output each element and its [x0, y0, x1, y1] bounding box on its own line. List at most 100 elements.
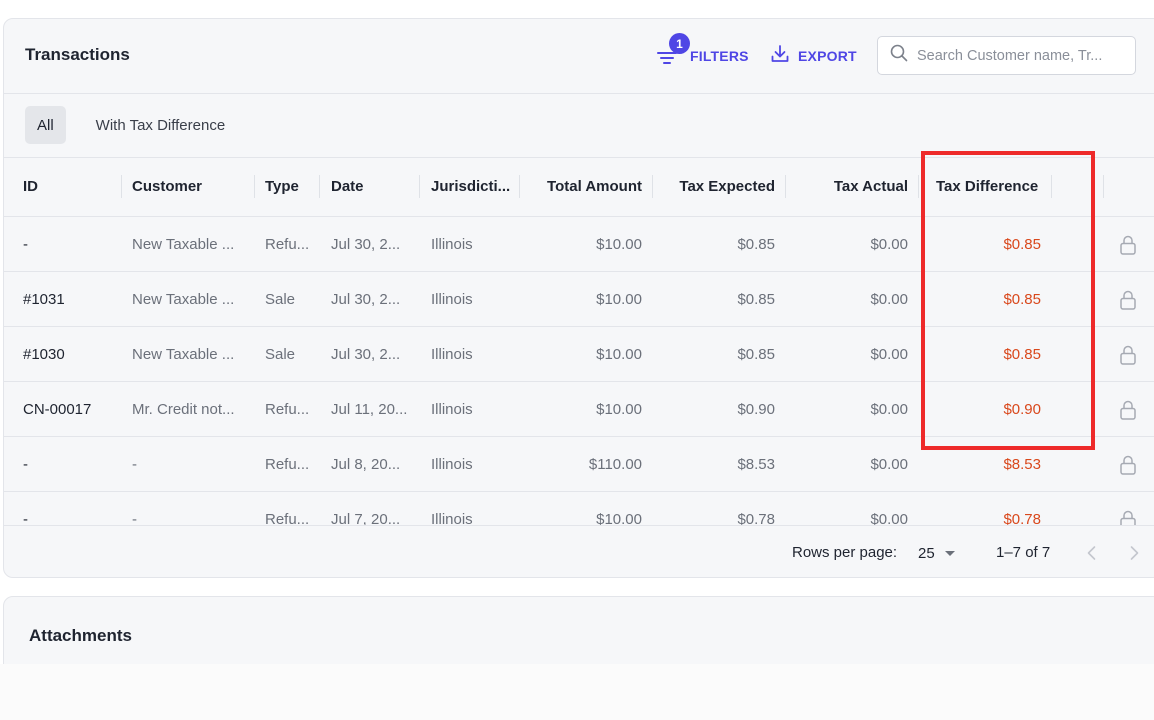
table-row[interactable]: - - Refu... Jul 7, 20... Illinois $10.00 $0.78… [4, 491, 1154, 525]
cell-tax-difference: $0.85 [1003, 236, 1041, 253]
lock-icon[interactable] [1118, 509, 1138, 525]
cell-id: - [23, 511, 28, 525]
lock-icon[interactable] [1118, 344, 1138, 366]
filters-button[interactable]: 1 FILTERS [656, 33, 749, 71]
transactions-card: Transactions 1 FILTERS EXPORT Search Cus… [3, 18, 1154, 578]
cell-id: #1031 [23, 291, 65, 308]
cell-customer: - [132, 456, 137, 473]
column-separator[interactable] [785, 175, 786, 198]
tab-all[interactable]: All [25, 106, 66, 144]
cell-date: Jul 30, 2... [331, 236, 401, 253]
cell-customer: New Taxable ... [132, 236, 235, 253]
lock-icon[interactable] [1118, 234, 1138, 256]
cell-tax-expected: $8.53 [737, 456, 775, 473]
column-header-id[interactable]: ID [23, 157, 38, 216]
chevron-left-icon[interactable] [1082, 543, 1102, 563]
column-header-type[interactable]: Type [265, 157, 299, 216]
column-separator[interactable] [1051, 175, 1052, 198]
cell-date: Jul 30, 2... [331, 346, 401, 363]
rows-per-page-select[interactable]: 25 [918, 540, 955, 566]
pagination-range: 1–7 of 7 [996, 544, 1051, 561]
table-row[interactable]: CN-00017 Mr. Credit not... Refu... Jul 11, … [4, 381, 1154, 436]
rows-per-page-label: Rows per page: [792, 544, 898, 561]
cell-tax-difference: $0.90 [1003, 401, 1041, 418]
cell-tax-difference: $0.78 [1003, 511, 1041, 525]
column-header-tax-expected[interactable]: Tax Expected [659, 157, 775, 216]
cell-tax-difference: $8.53 [1003, 456, 1041, 473]
rows-per-page-value: 25 [918, 544, 935, 562]
cell-date: Jul 7, 20... [331, 511, 401, 525]
table-header: ID Customer Type Date Jurisdicti... Tota… [4, 157, 1154, 216]
table-row[interactable]: - - Refu... Jul 8, 20... Illinois $110.00 $8.5… [4, 436, 1154, 491]
cell-type: Sale [265, 346, 296, 363]
column-separator[interactable] [519, 175, 520, 198]
cell-customer: New Taxable ... [132, 346, 235, 363]
cell-customer: New Taxable ... [132, 291, 235, 308]
cell-tax-actual: $0.00 [870, 456, 908, 473]
search-input[interactable] [917, 47, 1132, 64]
export-button[interactable]: EXPORT [770, 41, 857, 71]
column-separator[interactable] [1103, 175, 1104, 198]
cell-tax-expected: $0.78 [737, 511, 775, 525]
cell-total-amount: $10.00 [596, 236, 642, 253]
table-row[interactable]: - New Taxable ... Refu... Jul 30, 2... Illin… [4, 216, 1154, 271]
cell-id: CN-00017 [23, 401, 92, 418]
column-header-total-amount[interactable]: Total Amount [524, 157, 642, 216]
column-separator[interactable] [121, 175, 122, 198]
column-header-date[interactable]: Date [331, 157, 364, 216]
cell-tax-expected: $0.85 [737, 291, 775, 308]
cell-total-amount: $10.00 [596, 401, 642, 418]
cell-type: Refu... [265, 456, 310, 473]
export-label: EXPORT [798, 48, 857, 64]
chevron-right-icon[interactable] [1124, 543, 1144, 563]
card-header: Transactions 1 FILTERS EXPORT [4, 19, 1154, 93]
cell-tax-expected: $0.90 [737, 401, 775, 418]
lock-icon[interactable] [1118, 454, 1138, 476]
cell-total-amount: $10.00 [596, 346, 642, 363]
cell-id: - [23, 236, 28, 253]
cell-total-amount: $110.00 [588, 456, 642, 473]
cell-jurisdiction: Illinois [431, 346, 473, 363]
header-divider [4, 93, 1154, 94]
cell-type: Sale [265, 291, 296, 308]
column-header-tax-actual[interactable]: Tax Actual [794, 157, 908, 216]
tab-with-tax-difference[interactable]: With Tax Difference [84, 106, 238, 144]
column-separator[interactable] [918, 175, 919, 198]
cell-date: Jul 8, 20... [331, 456, 401, 473]
column-header-jurisdiction[interactable]: Jurisdicti... [431, 157, 510, 216]
cell-tax-actual: $0.00 [870, 511, 908, 525]
cell-tax-actual: $0.00 [870, 401, 908, 418]
cell-tax-actual: $0.00 [870, 236, 908, 253]
lock-icon[interactable] [1118, 289, 1138, 311]
column-separator[interactable] [254, 175, 255, 198]
attachments-title: Attachments [29, 626, 132, 645]
download-icon [770, 44, 790, 69]
table-row[interactable]: #1031 New Taxable ... Sale Jul 30, 2... Illi… [4, 271, 1154, 326]
cell-jurisdiction: Illinois [431, 456, 473, 473]
cell-tax-actual: $0.00 [870, 346, 908, 363]
page-bottom-area [0, 664, 1154, 720]
lock-icon[interactable] [1118, 399, 1138, 421]
cell-jurisdiction: Illinois [431, 236, 473, 253]
cell-type: Refu... [265, 236, 310, 253]
cell-tax-expected: $0.85 [737, 346, 775, 363]
cell-customer: Mr. Credit not... [132, 401, 235, 418]
column-separator[interactable] [319, 175, 320, 198]
column-separator[interactable] [652, 175, 653, 198]
cell-id: - [23, 456, 28, 473]
column-header-customer[interactable]: Customer [132, 157, 202, 216]
cell-type: Refu... [265, 401, 310, 418]
cell-tax-difference: $0.85 [1003, 346, 1041, 363]
search-field[interactable] [877, 36, 1136, 75]
cell-customer: - [132, 511, 137, 525]
column-header-tax-difference[interactable]: Tax Difference [936, 157, 1038, 216]
cell-tax-actual: $0.00 [870, 291, 908, 308]
page-title: Transactions [25, 45, 130, 64]
filters-label: FILTERS [690, 48, 749, 64]
tab-bar: All With Tax Difference [25, 106, 237, 144]
cell-jurisdiction: Illinois [431, 291, 473, 308]
cell-id: #1030 [23, 346, 65, 363]
table-row[interactable]: #1030 New Taxable ... Sale Jul 30, 2... Illi… [4, 326, 1154, 381]
column-separator[interactable] [419, 175, 420, 198]
search-icon [890, 44, 908, 67]
